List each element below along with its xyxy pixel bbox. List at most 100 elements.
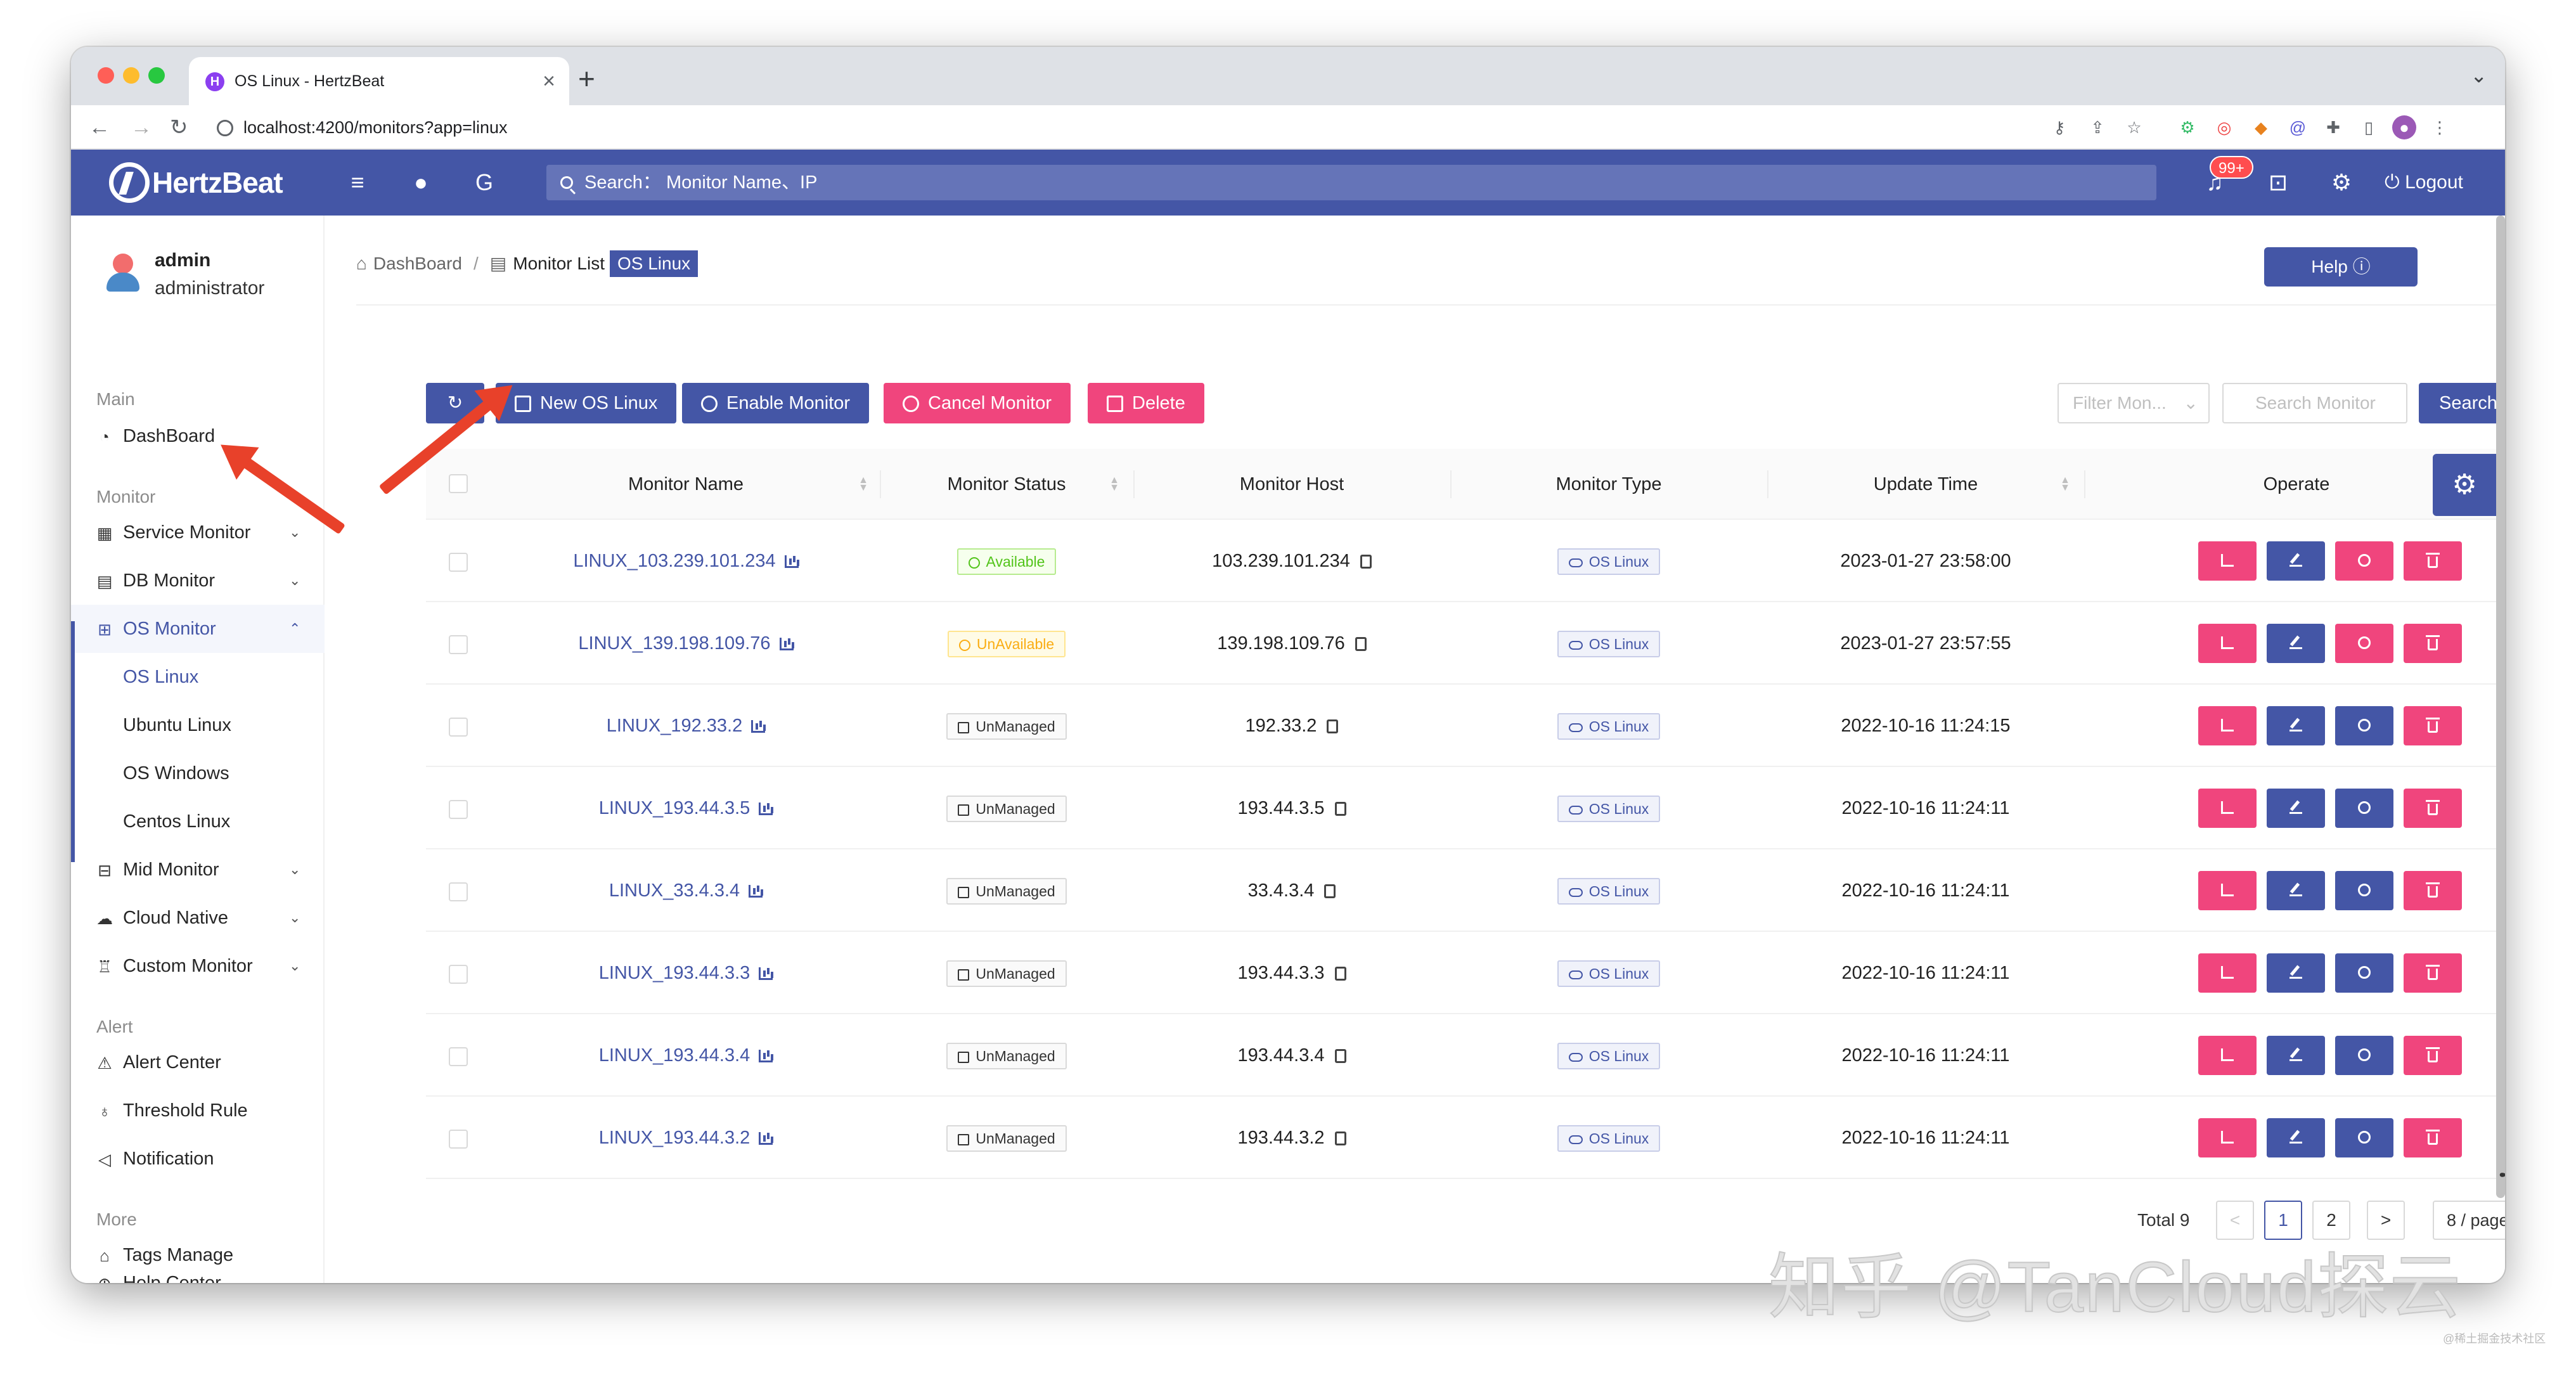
edit-button[interactable] [2267,789,2325,828]
settings-gear-icon[interactable]: ⚙ [2328,169,2355,197]
row-checkbox[interactable] [449,882,468,901]
copy-icon[interactable] [1360,555,1372,569]
help-button[interactable]: Help ⓘ [2264,247,2418,287]
browser-menu-icon[interactable]: ⋮ [2428,115,2452,139]
select-all-checkbox[interactable] [449,474,468,493]
monitor-name-link[interactable]: LINUX_139.198.109.76 [489,602,882,685]
copy-icon[interactable] [1324,884,1336,898]
view-chart-button[interactable] [2198,789,2257,828]
cancel-monitor-row-button[interactable] [2335,541,2393,581]
view-chart-button[interactable] [2198,1118,2257,1157]
sidebar-item-db-monitor[interactable]: ▤ DB Monitor ⌄ [71,557,325,605]
sidebar-item-threshold-rule[interactable]: ♁ Threshold Rule [71,1086,325,1135]
profile-avatar-icon[interactable]: ● [2392,115,2416,139]
sidebar-item-centos-linux[interactable]: Centos Linux [71,797,325,846]
reload-icon[interactable]: ↻ [170,112,188,143]
row-checkbox[interactable] [449,718,468,737]
breadcrumb-dashboard[interactable]: DashBoard [373,250,462,278]
row-checkbox[interactable] [449,1130,468,1149]
edit-button[interactable] [2267,953,2325,993]
hertzbeat-logo[interactable]: HertzBeat [109,161,283,204]
sidebar-item-cloud-native[interactable]: ☁ Cloud Native ⌄ [71,894,325,942]
view-chart-button[interactable] [2198,1036,2257,1075]
github-icon[interactable]: ● [407,169,435,197]
view-chart-button[interactable] [2198,541,2257,581]
sidebar-item-dashboard[interactable]: ◔ DashBoard [71,412,325,460]
gitee-icon[interactable]: G [470,169,498,197]
sidebar-item-ubuntu-linux[interactable]: Ubuntu Linux [71,701,325,749]
bookmark-star-icon[interactable]: ☆ [2122,115,2146,139]
new-tab-icon[interactable]: + [578,60,595,98]
copy-icon[interactable] [1355,637,1367,651]
share-icon[interactable]: ⇪ [2085,115,2109,139]
enable-monitor-button[interactable]: Enable Monitor [682,383,870,423]
enable-monitor-row-button[interactable] [2335,1036,2393,1075]
delete-row-button[interactable] [2404,541,2462,581]
metamask-icon[interactable]: ◆ [2249,115,2273,139]
monitor-name-link[interactable]: LINUX_192.33.2 [489,685,882,767]
extension-at-icon[interactable]: @ [2286,115,2310,139]
column-update-time[interactable]: Update Time ▲ ▼ [1767,449,2084,520]
global-search-input[interactable]: Search： Monitor Name、IP [546,165,2156,200]
browser-tab[interactable]: H OS Linux - HertzBeat × [189,57,569,105]
delete-row-button[interactable] [2404,1118,2462,1157]
sidebar-item-os-monitor[interactable]: ⊞ OS Monitor ⌃ [71,605,325,653]
delete-button[interactable]: Delete [1088,383,1204,423]
delete-row-button[interactable] [2404,706,2462,745]
puzzle-icon[interactable]: ✚ [2321,115,2345,139]
row-checkbox[interactable] [449,553,468,572]
sidebar-item-alert-center[interactable]: ⚠ Alert Center [71,1038,325,1086]
view-chart-button[interactable] [2198,953,2257,993]
monitor-name-link[interactable]: LINUX_103.239.101.234 [489,520,882,602]
close-tab-icon[interactable]: × [543,68,555,94]
search-monitor-input[interactable]: Search Monitor [2222,383,2407,423]
copy-icon[interactable] [1334,1131,1346,1145]
enable-monitor-row-button[interactable] [2335,789,2393,828]
row-checkbox[interactable] [449,965,468,984]
copy-icon[interactable] [1327,719,1339,733]
delete-row-button[interactable] [2404,953,2462,993]
sidepanel-icon[interactable]: ▯ [2357,115,2381,139]
sidebar-item-os-windows[interactable]: OS Windows [71,749,325,797]
view-chart-button[interactable] [2198,706,2257,745]
minimize-window-dot[interactable] [123,67,139,84]
enable-monitor-row-button[interactable] [2335,871,2393,910]
row-checkbox[interactable] [449,1047,468,1066]
theme-settings-button[interactable]: ⚙ [2433,454,2496,516]
monitor-name-link[interactable]: LINUX_193.44.3.4 [489,1014,882,1097]
enable-monitor-row-button[interactable] [2335,706,2393,745]
new-monitor-button[interactable]: New OS Linux [496,383,677,423]
search-button[interactable]: Search [2419,383,2505,423]
enable-monitor-row-button[interactable] [2335,953,2393,993]
row-checkbox[interactable] [449,800,468,819]
cancel-monitor-button[interactable]: Cancel Monitor [884,383,1071,423]
magic-wand-icon[interactable]: ✢ [2499,1161,2505,1190]
edit-button[interactable] [2267,871,2325,910]
column-monitor-name[interactable]: Monitor Name ▲ ▼ [489,449,882,520]
copy-icon[interactable] [1334,967,1346,981]
sidebar-item-os-linux[interactable]: OS Linux [71,653,325,701]
monitor-name-link[interactable]: LINUX_193.44.3.2 [489,1097,882,1179]
logout-button[interactable]: ⏻ Logout [2385,169,2463,197]
breadcrumb-monitor-list[interactable]: Monitor List [513,250,605,278]
delete-row-button[interactable] [2404,624,2462,663]
scrollbar[interactable] [2496,216,2505,1198]
view-chart-button[interactable] [2198,624,2257,663]
row-checkbox[interactable] [449,635,468,654]
sidebar-item-custom-monitor[interactable]: ♖ Custom Monitor ⌄ [71,942,325,990]
site-info-icon[interactable] [217,120,233,136]
edit-button[interactable] [2267,1036,2325,1075]
tab-search-chevron-icon[interactable]: ⌄ [2470,63,2487,87]
copy-icon[interactable] [1334,802,1346,816]
lock-icon[interactable]: ⊡ [2264,169,2292,197]
edit-button[interactable] [2267,1118,2325,1157]
forward-icon[interactable]: → [131,112,152,143]
close-window-dot[interactable] [98,67,114,84]
sidebar-item-help-center[interactable]: ⊕ Help Center [71,1259,325,1283]
monitor-name-link[interactable]: LINUX_193.44.3.3 [489,932,882,1014]
edit-button[interactable] [2267,541,2325,581]
url-field[interactable]: localhost:4200/monitors?app=linux [217,114,977,141]
cancel-monitor-row-button[interactable] [2335,624,2393,663]
delete-row-button[interactable] [2404,789,2462,828]
maximize-window-dot[interactable] [148,67,165,84]
